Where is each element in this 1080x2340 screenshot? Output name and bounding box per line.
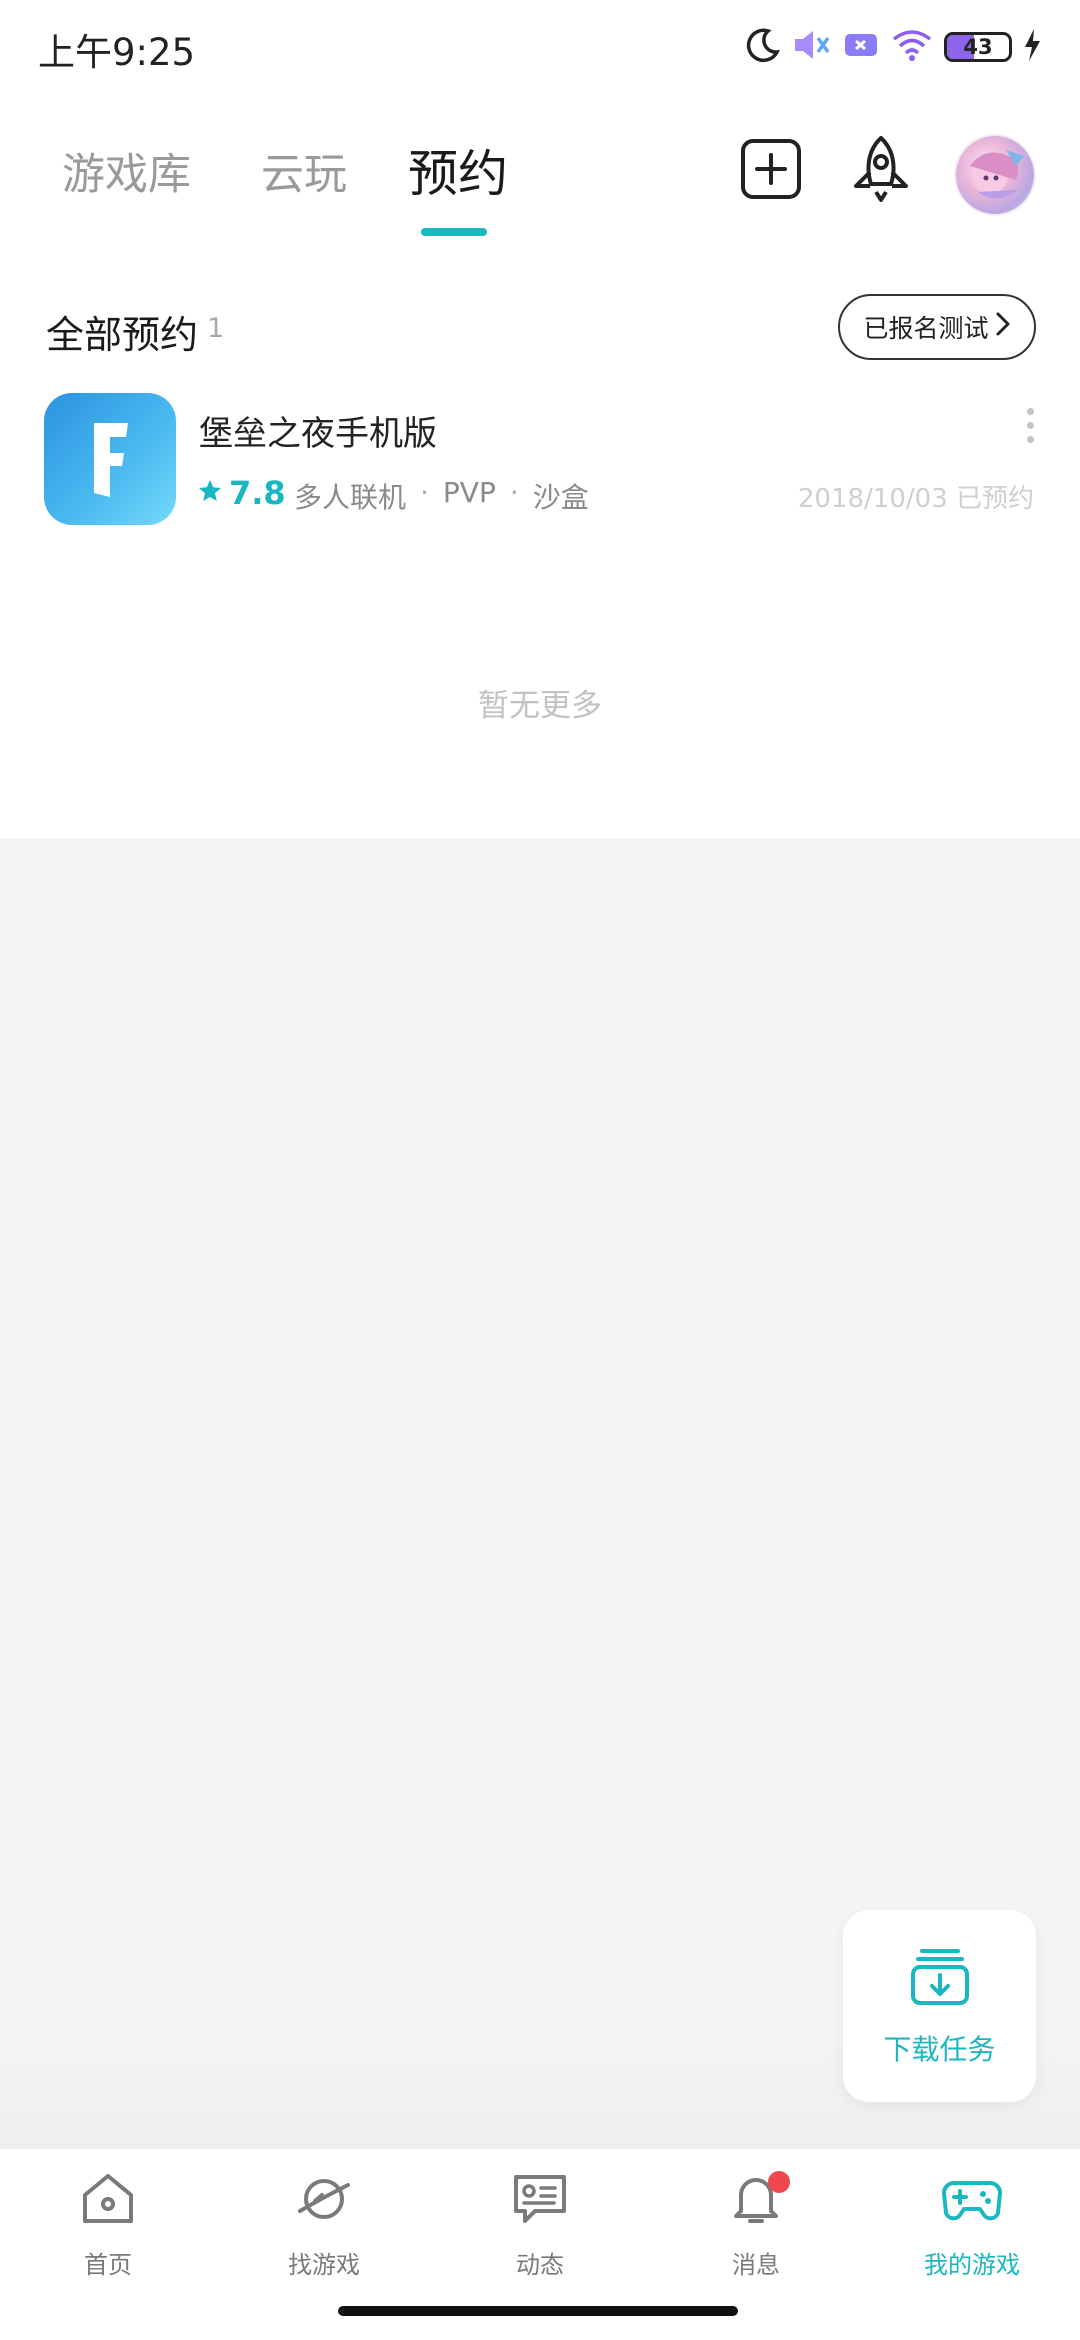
download-tray-icon [908,1945,972,2014]
nav-my-games[interactable]: 我的游戏 [864,2149,1080,2340]
game-tags: 多人联机 · PVP · 沙盒 [294,476,589,516]
dot [1026,436,1034,443]
card-icon [842,28,880,66]
notification-badge [768,2171,790,2193]
nav-home-label: 首页 [84,2251,132,2279]
download-tasks-button[interactable]: 下载任务 [843,1910,1036,2102]
game-rating: 7.8 [197,474,286,512]
moon-icon [744,26,782,68]
add-button[interactable] [740,138,802,204]
nav-find-games-label: 找游戏 [288,2251,360,2279]
avatar[interactable] [954,134,1036,216]
empty-hint: 暂无更多 [478,688,602,724]
feed-icon [511,2171,569,2233]
tag: 多人联机 [294,481,407,514]
download-tasks-label: 下载任务 [883,2032,996,2066]
tag: PVP [442,476,496,509]
battery-level: 43 [963,35,993,59]
tab-active-indicator [421,228,487,236]
charging-icon [1022,27,1042,67]
game-title[interactable]: 堡垒之夜手机版 [199,406,437,455]
fortnite-f-icon [94,423,128,497]
tag: 沙盒 [532,481,589,514]
game-icon[interactable] [44,393,176,525]
star-icon [197,478,223,508]
rating-value: 7.8 [229,474,286,512]
rocket-icon [848,134,914,208]
chevron-right-icon [995,311,1011,343]
planet-icon [295,2171,353,2233]
status-time: 上午9:25 [38,31,196,74]
tab-game-library[interactable]: 游戏库 [62,140,191,202]
reservation-date-status: 2018/10/03 已预约 [797,484,1034,514]
avatar-image [970,150,1024,199]
tab-reservations[interactable]: 预约 [408,134,508,206]
status-icons: 43 [744,24,1042,70]
nav-my-games-label: 我的游戏 [924,2251,1020,2279]
signed-up-tests-label: 已报名测试 [863,314,989,343]
tab-cloud-play[interactable]: 云玩 [261,140,347,202]
tag-separator: · [509,476,519,509]
nav-home[interactable]: 首页 [0,2149,216,2340]
battery-icon: 43 [944,32,1012,62]
mute-icon [792,27,832,67]
home-icon [79,2171,137,2233]
more-options-button[interactable] [1024,408,1036,443]
home-indicator[interactable] [338,2306,738,2316]
section-title: 全部预约 [46,313,199,357]
tag-separator: · [420,476,429,509]
add-icon [740,138,802,204]
dot [1026,422,1034,429]
wifi-icon [890,27,934,67]
dot [1026,408,1034,415]
signed-up-tests-button[interactable]: 已报名测试 [838,294,1036,360]
gamepad-icon [940,2171,1004,2233]
nav-feed-label: 动态 [516,2251,564,2279]
section-count: 1 [207,313,225,344]
nav-messages-label: 消息 [732,2251,780,2279]
rocket-button[interactable] [848,136,914,206]
